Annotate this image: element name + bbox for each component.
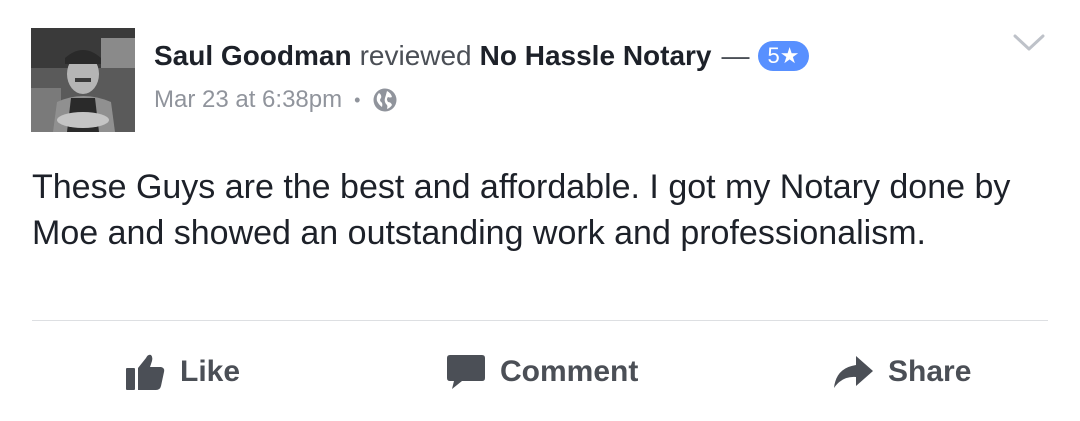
- like-button[interactable]: Like: [124, 340, 240, 404]
- meta-separator: •: [354, 90, 361, 110]
- comment-label: Comment: [500, 355, 639, 388]
- share-label: Share: [888, 355, 972, 388]
- post-timestamp[interactable]: Mar 23 at 6:38pm: [154, 84, 342, 116]
- post-header: Saul Goodman reviewed No Hassle Notary —…: [154, 36, 974, 116]
- title-separator: —: [721, 40, 750, 71]
- review-action-text: reviewed: [359, 40, 472, 71]
- review-text: These Guys are the best and affordable. …: [32, 168, 1011, 252]
- share-arrow-icon: [834, 356, 873, 388]
- author-name[interactable]: Saul Goodman: [154, 36, 352, 76]
- divider: [32, 320, 1048, 321]
- post-meta: Mar 23 at 6:38pm •: [154, 84, 974, 116]
- post-title-line: Saul Goodman reviewed No Hassle Notary —…: [154, 36, 974, 76]
- like-label: Like: [180, 355, 241, 388]
- thumbs-up-icon: [126, 354, 165, 390]
- globe-icon[interactable]: [372, 87, 398, 113]
- rating-badge: 5★: [757, 41, 810, 71]
- page-name[interactable]: No Hassle Notary: [480, 36, 712, 76]
- share-button[interactable]: Share: [832, 340, 971, 404]
- avatar-photo: [31, 28, 135, 132]
- action-bar: Like Comment Share: [0, 340, 1080, 404]
- avatar[interactable]: [31, 28, 135, 132]
- chevron-down-icon[interactable]: [1012, 32, 1046, 54]
- comment-button[interactable]: Comment: [446, 340, 638, 404]
- comment-icon: [447, 355, 485, 389]
